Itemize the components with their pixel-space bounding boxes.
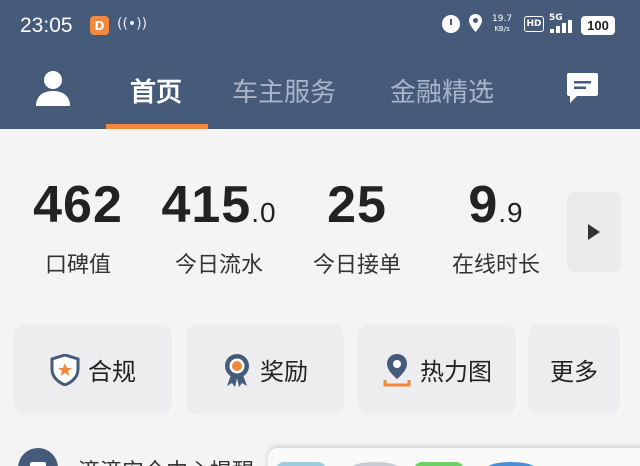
- tab-finance[interactable]: 金融精选: [390, 72, 494, 109]
- rewards-button[interactable]: 奖励: [186, 324, 344, 415]
- stat-decimal: .0: [251, 197, 277, 228]
- stat-reputation[interactable]: 462 口碑值: [22, 177, 134, 279]
- safety-reminder-text[interactable]: 滴滴安全中心提醒: [78, 454, 278, 466]
- top-nav: 首页 车主服务 金融精选: [0, 52, 640, 129]
- hotspot-icon: ((•)): [117, 16, 148, 32]
- floating-shortcut-panel: [268, 448, 640, 466]
- shortcut-icon[interactable]: [350, 462, 400, 466]
- network-speed-unit: KB/s: [494, 25, 510, 33]
- status-time: 23:05: [20, 14, 73, 37]
- user-icon[interactable]: [36, 70, 70, 106]
- action-label: 热力图: [420, 358, 492, 386]
- action-label: 奖励: [260, 358, 308, 386]
- stats-more-button[interactable]: [567, 192, 621, 272]
- action-label: 更多: [550, 358, 598, 386]
- shortcut-icon[interactable]: [276, 462, 326, 466]
- safety-center-icon: [18, 448, 58, 466]
- signal-icon: [550, 20, 572, 33]
- shortcut-icon[interactable]: [486, 462, 536, 466]
- stat-label: 口碑值: [44, 253, 111, 278]
- heatmap-button[interactable]: 热力图: [358, 324, 516, 415]
- more-button[interactable]: 更多: [528, 324, 620, 415]
- compliance-button[interactable]: 合规: [14, 324, 172, 415]
- shortcut-icon[interactable]: [414, 462, 464, 466]
- map-pin-icon: [382, 353, 412, 387]
- stat-value: 415: [161, 176, 252, 234]
- medal-icon: [222, 353, 252, 387]
- location-icon: [469, 14, 482, 32]
- tab-owner-service[interactable]: 车主服务: [232, 72, 336, 109]
- stat-online-hours[interactable]: 9.9 在线时长: [440, 177, 552, 279]
- alarm-icon: [442, 15, 460, 33]
- battery-icon: 100: [581, 16, 615, 35]
- stat-value: 9: [468, 176, 499, 234]
- tab-home[interactable]: 首页: [130, 72, 182, 109]
- status-bar: 23:05 D ((•)) 19.7 KB/s HD 5G 100: [0, 0, 640, 52]
- active-tab-indicator: [106, 124, 208, 129]
- action-label: 合规: [88, 358, 136, 386]
- shield-icon: [50, 353, 80, 387]
- driver-stats: 462 口碑值 415.0 今日流水 25 今日接单 9.9 在线时长: [0, 165, 640, 278]
- play-arrow-icon: [588, 224, 600, 240]
- stat-decimal: .9: [498, 197, 524, 228]
- stat-today-income[interactable]: 415.0 今日流水: [150, 177, 288, 279]
- stat-label: 今日流水: [174, 253, 263, 278]
- app-header: 23:05 D ((•)) 19.7 KB/s HD 5G 100 首页 车主服…: [0, 0, 640, 129]
- stat-today-orders[interactable]: 25 今日接单: [302, 177, 412, 279]
- network-speed-value: 19.7: [492, 14, 513, 24]
- hd-badge: HD: [524, 16, 544, 32]
- didi-app-icon: D: [90, 16, 109, 35]
- stat-label: 今日接单: [312, 253, 401, 278]
- stat-value: 25: [327, 176, 387, 234]
- stat-value: 462: [33, 176, 123, 234]
- message-icon[interactable]: [567, 73, 598, 103]
- network-speed: 19.7 KB/s: [492, 14, 512, 34]
- stat-label: 在线时长: [451, 253, 540, 278]
